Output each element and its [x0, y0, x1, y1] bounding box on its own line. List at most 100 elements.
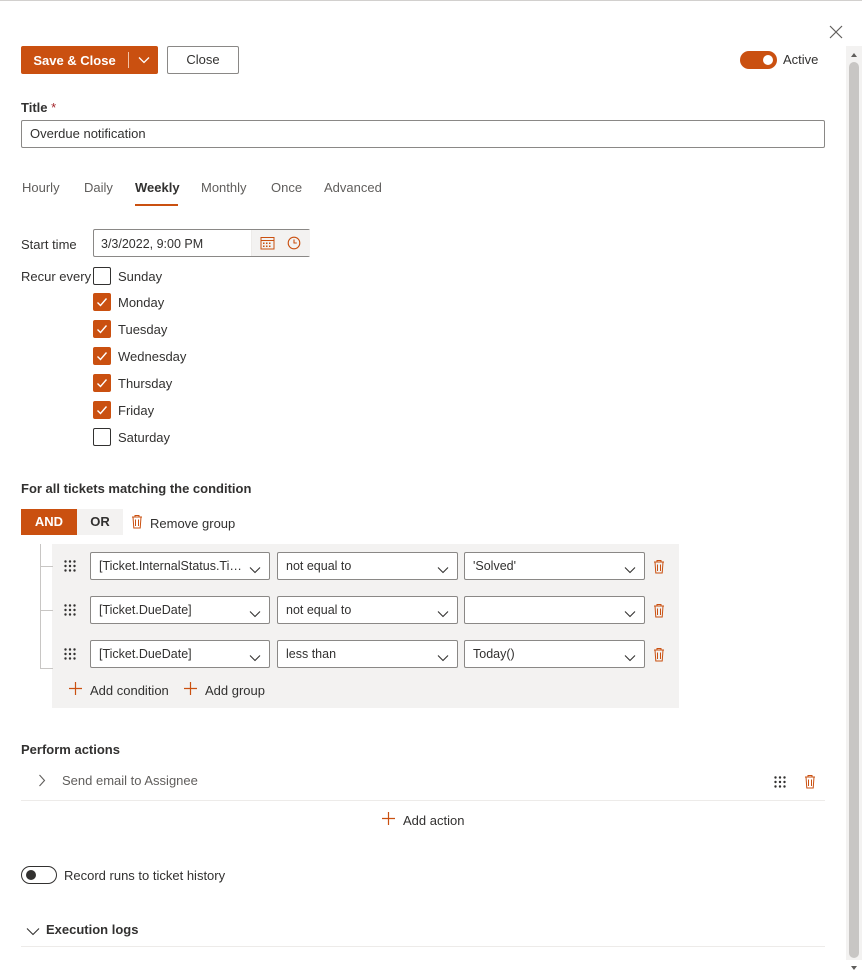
save-and-close-label[interactable]: Save & Close [21, 53, 128, 68]
chevron-down-icon[interactable] [624, 562, 636, 577]
tab-once[interactable]: Once [271, 180, 302, 195]
tab-monthly[interactable]: Monthly [201, 180, 247, 195]
chevron-down-icon[interactable] [437, 606, 449, 621]
checkbox-tuesday[interactable] [93, 320, 111, 338]
start-time-label: Start time [21, 237, 77, 252]
trash-icon[interactable] [653, 603, 665, 618]
checkmark-icon [97, 298, 108, 307]
start-time-value[interactable]: 3/3/2022, 9:00 PM [101, 237, 203, 251]
tree-connector [40, 544, 41, 669]
add-group-label[interactable]: Add group [205, 683, 265, 698]
checkmark-icon [97, 379, 108, 388]
drag-handle-icon[interactable] [773, 775, 787, 789]
chevron-down-icon[interactable] [249, 562, 261, 577]
trash-icon[interactable] [653, 559, 665, 574]
scroll-up-arrow-icon[interactable] [849, 48, 859, 58]
tab-advanced[interactable]: Advanced [324, 180, 382, 195]
checkbox-thursday[interactable] [93, 374, 111, 392]
drag-handle-icon[interactable] [63, 647, 77, 661]
trash-icon[interactable] [804, 774, 816, 789]
tree-branch [40, 566, 53, 567]
checkbox-saturday[interactable] [93, 428, 111, 446]
plus-icon[interactable] [381, 811, 396, 829]
add-condition-label[interactable]: Add condition [90, 683, 169, 698]
chevron-down-icon[interactable] [624, 650, 636, 665]
tree-branch [40, 668, 53, 669]
condition-operator-dropdown[interactable]: not equal to [277, 552, 458, 580]
conditions-section-title: For all tickets matching the condition [21, 481, 252, 496]
title-input[interactable]: Overdue notification [21, 120, 825, 148]
day-label-friday[interactable]: Friday [118, 403, 154, 418]
required-mark: * [51, 100, 57, 115]
condition-field-dropdown[interactable]: [Ticket.DueDate] [90, 640, 270, 668]
condition-operator-dropdown[interactable]: less than [277, 640, 458, 668]
remove-group-button[interactable]: Remove group [131, 514, 235, 532]
condition-value-dropdown[interactable]: 'Solved' [464, 552, 645, 580]
chevron-down-icon[interactable] [437, 562, 449, 577]
day-label-wednesday[interactable]: Wednesday [118, 349, 186, 364]
chevron-down-icon[interactable] [26, 924, 40, 939]
day-label-saturday[interactable]: Saturday [118, 430, 170, 445]
record-runs-toggle[interactable] [21, 866, 57, 884]
trash-icon[interactable] [131, 514, 143, 532]
checkbox-sunday[interactable] [93, 267, 111, 285]
drag-handle-icon[interactable] [63, 603, 77, 617]
and-toggle-button[interactable]: AND [21, 509, 77, 535]
tab-daily[interactable]: Daily [84, 180, 113, 195]
remove-group-label[interactable]: Remove group [150, 516, 235, 531]
tab-hourly[interactable]: Hourly [22, 180, 60, 195]
date-picker-buttons [251, 230, 310, 256]
action-label[interactable]: Send email to Assignee [62, 773, 198, 788]
chevron-right-icon[interactable] [38, 774, 46, 790]
checkmark-icon [97, 406, 108, 415]
scroll-down-arrow-icon[interactable] [849, 960, 859, 970]
or-toggle-button[interactable]: OR [77, 509, 123, 535]
title-label-text: Title [21, 100, 48, 115]
chevron-down-icon[interactable] [129, 56, 158, 64]
condition-value-dropdown[interactable] [464, 596, 645, 624]
title-label: Title * [21, 100, 56, 115]
chevron-down-icon[interactable] [437, 650, 449, 665]
add-group-button[interactable]: Add group [183, 681, 265, 699]
top-divider [0, 0, 862, 1]
close-button[interactable]: Close [167, 46, 239, 74]
condition-field-dropdown[interactable]: [Ticket.DueDate] [90, 596, 270, 624]
checkmark-icon [97, 325, 108, 334]
day-label-tuesday[interactable]: Tuesday [118, 322, 167, 337]
trash-icon[interactable] [653, 647, 665, 662]
chevron-down-icon[interactable] [249, 606, 261, 621]
condition-operator-dropdown[interactable]: not equal to [277, 596, 458, 624]
start-time-input[interactable]: 3/3/2022, 9:00 PM [93, 229, 310, 257]
chevron-down-icon[interactable] [249, 650, 261, 665]
execution-logs-row[interactable] [21, 916, 825, 947]
calendar-icon[interactable] [260, 236, 275, 253]
record-runs-label: Record runs to ticket history [64, 868, 226, 883]
tab-weekly[interactable]: Weekly [135, 180, 180, 195]
tree-branch [40, 610, 53, 611]
day-label-monday[interactable]: Monday [118, 295, 164, 310]
save-and-close-button[interactable]: Save & Close [21, 46, 158, 74]
clock-icon[interactable] [287, 236, 301, 253]
checkbox-monday[interactable] [93, 293, 111, 311]
close-icon[interactable] [826, 22, 846, 42]
day-label-thursday[interactable]: Thursday [118, 376, 172, 391]
day-label-sunday[interactable]: Sunday [118, 269, 162, 284]
active-label: Active [783, 52, 819, 67]
condition-value-dropdown[interactable]: Today() [464, 640, 645, 668]
drag-handle-icon[interactable] [63, 559, 77, 573]
plus-icon[interactable] [183, 681, 198, 699]
plus-icon[interactable] [68, 681, 83, 699]
checkbox-wednesday[interactable] [93, 347, 111, 365]
add-action-label[interactable]: Add action [403, 813, 464, 828]
add-condition-button[interactable]: Add condition [68, 681, 169, 699]
actions-section-title: Perform actions [21, 742, 120, 757]
execution-logs-label[interactable]: Execution logs [46, 922, 138, 937]
checkbox-friday[interactable] [93, 401, 111, 419]
toggle-knob [26, 870, 36, 880]
scrollbar-thumb[interactable] [849, 62, 859, 958]
tab-selected-indicator [135, 204, 178, 206]
chevron-down-icon[interactable] [624, 606, 636, 621]
add-action-button[interactable]: Add action [381, 811, 464, 829]
active-toggle[interactable] [740, 51, 777, 69]
condition-field-dropdown[interactable]: [Ticket.InternalStatus.Tit... [90, 552, 270, 580]
